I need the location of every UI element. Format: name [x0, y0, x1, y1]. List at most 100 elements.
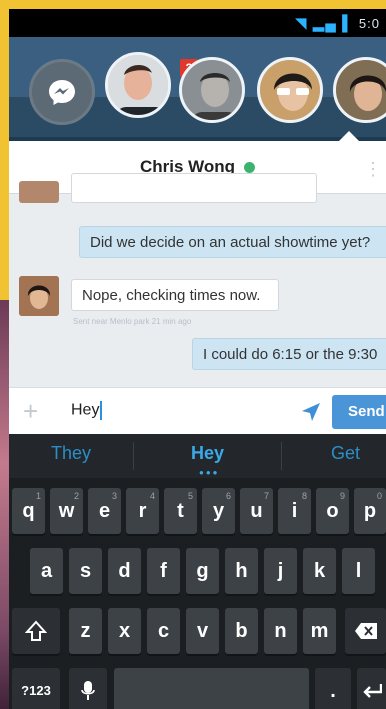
- message-avatar-clipped: [19, 181, 59, 203]
- key-hint: 8: [301, 491, 307, 501]
- key-i[interactable]: 8i: [278, 488, 311, 534]
- status-bar: ◥ ▂▄ ▌ 5:0: [9, 9, 386, 37]
- key-r[interactable]: 4r: [126, 488, 159, 534]
- chat-head-avatar-3[interactable]: [257, 57, 323, 123]
- key-q[interactable]: 1q: [12, 488, 45, 534]
- messenger-icon: [49, 80, 75, 105]
- key-label: p: [363, 500, 377, 522]
- status-icons: ◥ ▂▄ ▌ 5:0: [295, 14, 380, 32]
- key-b[interactable]: b: [225, 608, 258, 654]
- key-p[interactable]: 0p: [354, 488, 386, 534]
- key-t[interactable]: 5t: [164, 488, 197, 534]
- message-input[interactable]: Hey: [71, 401, 103, 420]
- key-v[interactable]: v: [186, 608, 219, 654]
- more-options-icon[interactable]: ⋮: [364, 159, 382, 180]
- key-label: o: [326, 500, 339, 522]
- key-hint: 2: [73, 491, 79, 501]
- key-hint: 0: [376, 491, 382, 501]
- key-n[interactable]: n: [264, 608, 297, 654]
- key-h[interactable]: h: [225, 548, 258, 594]
- key-hint: 6: [225, 491, 231, 501]
- chat-heads-row: 2: [9, 47, 386, 127]
- battery-icon: ▌: [342, 15, 354, 32]
- send-button[interactable]: Send: [332, 395, 386, 429]
- space-bar[interactable]: [114, 668, 309, 709]
- key-label: u: [250, 500, 263, 522]
- message-avatar: [19, 276, 59, 316]
- key-c[interactable]: c: [147, 608, 180, 654]
- shift-icon: [24, 620, 48, 641]
- key-s[interactable]: s: [69, 548, 102, 594]
- key-label: q: [22, 500, 35, 522]
- symbols-key[interactable]: ?123: [12, 668, 60, 709]
- suggestion-2[interactable]: Hey: [191, 443, 224, 464]
- key-label: y: [212, 500, 225, 522]
- person-avatar-icon: [182, 60, 242, 120]
- online-status-dot: [244, 161, 256, 173]
- chat-head-avatar-2[interactable]: [179, 57, 245, 123]
- shift-key[interactable]: [12, 608, 60, 654]
- key-e[interactable]: 3e: [88, 488, 121, 534]
- delete-key[interactable]: [345, 608, 386, 654]
- suggestion-strip: They Hey ●●● Get: [9, 434, 386, 478]
- key-a[interactable]: a: [30, 548, 63, 594]
- key-g[interactable]: g: [186, 548, 219, 594]
- enter-key[interactable]: [357, 668, 386, 709]
- key-k[interactable]: k: [303, 548, 336, 594]
- person-avatar-icon: [336, 60, 386, 120]
- location-arrow-icon[interactable]: [301, 402, 321, 422]
- yellow-frame-top: [0, 0, 386, 9]
- chat-head-avatar-1[interactable]: [105, 52, 171, 118]
- message-bubble-out: I could do 6:15 or the 9:30: [192, 338, 386, 370]
- person-avatar-icon: [19, 276, 59, 316]
- key-j[interactable]: j: [264, 548, 297, 594]
- message-input-text: Hey: [71, 401, 100, 419]
- key-z[interactable]: z: [69, 608, 102, 654]
- soft-keyboard: They Hey ●●● Get 1q 2w 3e 4r 5t 6y 7u 8i…: [9, 434, 386, 709]
- key-f[interactable]: f: [147, 548, 180, 594]
- key-hint: 7: [263, 491, 269, 501]
- person-avatar-icon: [260, 60, 320, 120]
- add-attachment-icon[interactable]: +: [23, 398, 38, 424]
- key-label: t: [177, 500, 184, 522]
- key-o[interactable]: 9o: [316, 488, 349, 534]
- key-u[interactable]: 7u: [240, 488, 273, 534]
- key-hint: 4: [149, 491, 155, 501]
- chat-panel: Chris Wong ⋮ Did we decide on an actual …: [9, 131, 386, 436]
- key-hint: 1: [35, 491, 41, 501]
- key-label: w: [58, 500, 75, 522]
- message-bubble-out: Did we decide on an actual showtime yet?: [79, 226, 386, 258]
- voice-input-key[interactable]: [69, 668, 107, 709]
- wifi-icon: ◥: [295, 15, 308, 32]
- key-label: r: [138, 500, 147, 522]
- text-caret: [100, 401, 103, 420]
- period-key[interactable]: .: [315, 668, 351, 709]
- suggestion-1[interactable]: They: [51, 443, 91, 464]
- key-w[interactable]: 2w: [50, 488, 83, 534]
- message-composer: + Hey Send: [9, 387, 386, 436]
- key-label: i: [291, 500, 298, 522]
- key-label: e: [98, 500, 111, 522]
- key-m[interactable]: m: [303, 608, 336, 654]
- suggestion-divider: [281, 442, 282, 470]
- key-hint: 9: [339, 491, 345, 501]
- suggestion-divider: [133, 442, 134, 470]
- key-d[interactable]: d: [108, 548, 141, 594]
- key-y[interactable]: 6y: [202, 488, 235, 534]
- person-avatar-icon: [108, 55, 168, 115]
- suggestion-dots: ●●●: [199, 468, 220, 477]
- message-bubble-clipped: [71, 173, 317, 203]
- background-photo-edge: [0, 300, 9, 709]
- backspace-icon: [354, 623, 377, 639]
- message-meta: Sent near Menlo park 21 min ago: [73, 317, 192, 326]
- signal-icon: ▂▄: [312, 15, 337, 32]
- chat-head-avatar-4[interactable]: [333, 57, 386, 123]
- messenger-chat-head[interactable]: [29, 59, 95, 125]
- microphone-icon: [81, 681, 95, 700]
- key-hint: 5: [187, 491, 193, 501]
- suggestion-3[interactable]: Get: [331, 443, 360, 464]
- key-x[interactable]: x: [108, 608, 141, 654]
- key-l[interactable]: l: [342, 548, 375, 594]
- key-hint: 3: [111, 491, 117, 501]
- clock: 5:0: [358, 16, 380, 31]
